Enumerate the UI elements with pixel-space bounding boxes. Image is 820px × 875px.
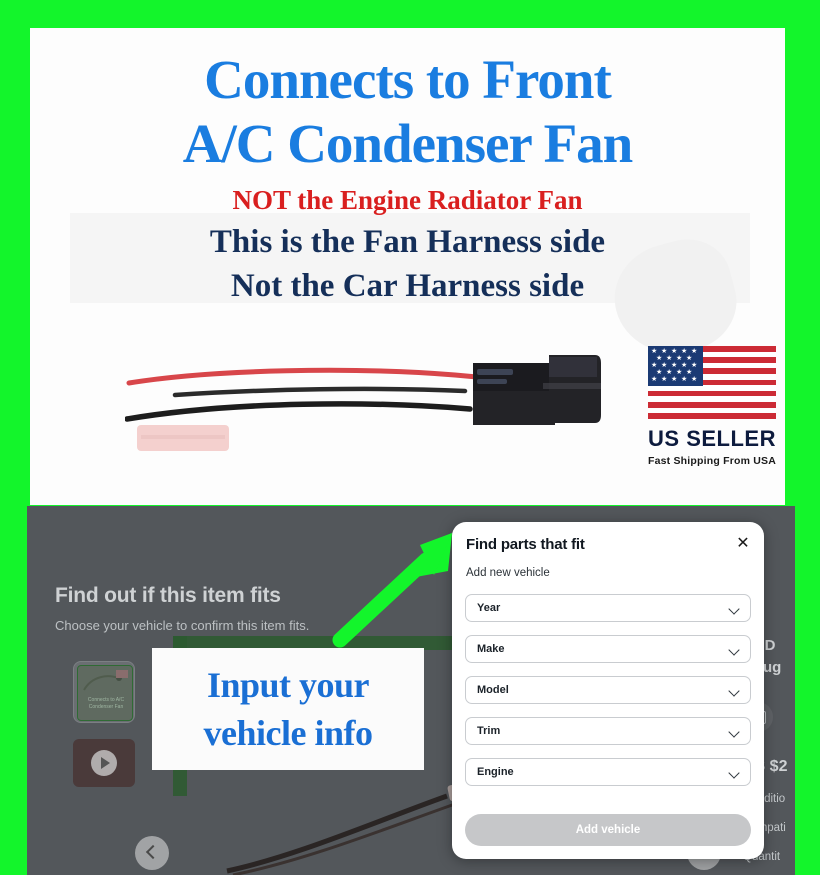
engine-select-label: Engine <box>477 766 514 778</box>
close-icon[interactable]: ✕ <box>734 535 752 553</box>
us-seller-title: US SELLER <box>648 426 776 451</box>
modal-title: Find parts that fit <box>466 536 585 553</box>
us-seller-badge: ★ ★ ★ ★ ★ ★ ★ ★ ★ ★ ★ ★ ★ ★ ★ ★ ★ ★ ★ ★ ★ ★ ★ US S… <box>642 346 782 467</box>
make-select-label: Make <box>477 643 505 655</box>
thumbnail-image-preview: Connects to A/C Condenser Fan <box>77 665 133 721</box>
trim-select[interactable]: Trim <box>465 717 751 745</box>
thumbnail-caption: Connects to A/C Condenser Fan <box>87 697 125 710</box>
usa-flag-icon: ★ ★ ★ ★ ★ ★ ★ ★ ★ ★ ★ ★ ★ ★ ★ ★ ★ ★ ★ ★ ★ ★ ★ <box>648 346 776 420</box>
year-select-label: Year <box>477 602 501 614</box>
promo-text-block: Connects to Front A/C Condenser Fan NOT … <box>30 28 785 308</box>
chevron-down-icon <box>728 726 740 738</box>
thumbnail-flag-icon <box>116 670 128 678</box>
chevron-down-icon <box>728 603 740 615</box>
promo-warning: NOT the Engine Radiator Fan <box>232 185 583 215</box>
model-select-label: Model <box>477 684 509 696</box>
find-parts-modal: Find parts that fit ✕ Add new vehicle Ye… <box>452 522 764 859</box>
play-icon[interactable] <box>91 750 117 776</box>
wire-harness-photo <box>125 343 625 483</box>
callout-line-2: vehicle info <box>203 713 373 753</box>
chevron-down-icon <box>728 767 740 779</box>
model-select[interactable]: Model <box>465 676 751 704</box>
engine-select[interactable]: Engine <box>465 758 751 786</box>
thumbnail-image[interactable]: Connects to A/C Condenser Fan <box>73 661 135 723</box>
input-vehicle-callout: Input your vehicle info <box>152 648 424 770</box>
year-select[interactable]: Year <box>465 594 751 622</box>
thumbnail-video[interactable] <box>73 739 135 787</box>
modal-subtitle: Add new vehicle <box>466 567 550 579</box>
promo-panel: Connects to Front A/C Condenser Fan NOT … <box>30 28 785 505</box>
chevron-down-icon <box>728 644 740 656</box>
chevron-down-icon <box>728 685 740 697</box>
promo-headline-2: A/C Condenser Fan <box>182 113 634 174</box>
carousel-prev-button[interactable] <box>135 836 169 870</box>
trim-select-label: Trim <box>477 725 501 737</box>
us-seller-subtitle: Fast Shipping From USA <box>647 455 777 467</box>
add-vehicle-button[interactable]: Add vehicle <box>465 814 751 846</box>
promo-headline-1: Connects to Front <box>204 49 612 110</box>
callout-line-1: Input your <box>206 665 370 705</box>
promo-note-1: This is the Fan Harness side <box>209 224 606 260</box>
promo-note-2: Not the Car Harness side <box>230 268 585 304</box>
green-arrow-annotation <box>330 525 470 650</box>
make-select[interactable]: Make <box>465 635 751 663</box>
